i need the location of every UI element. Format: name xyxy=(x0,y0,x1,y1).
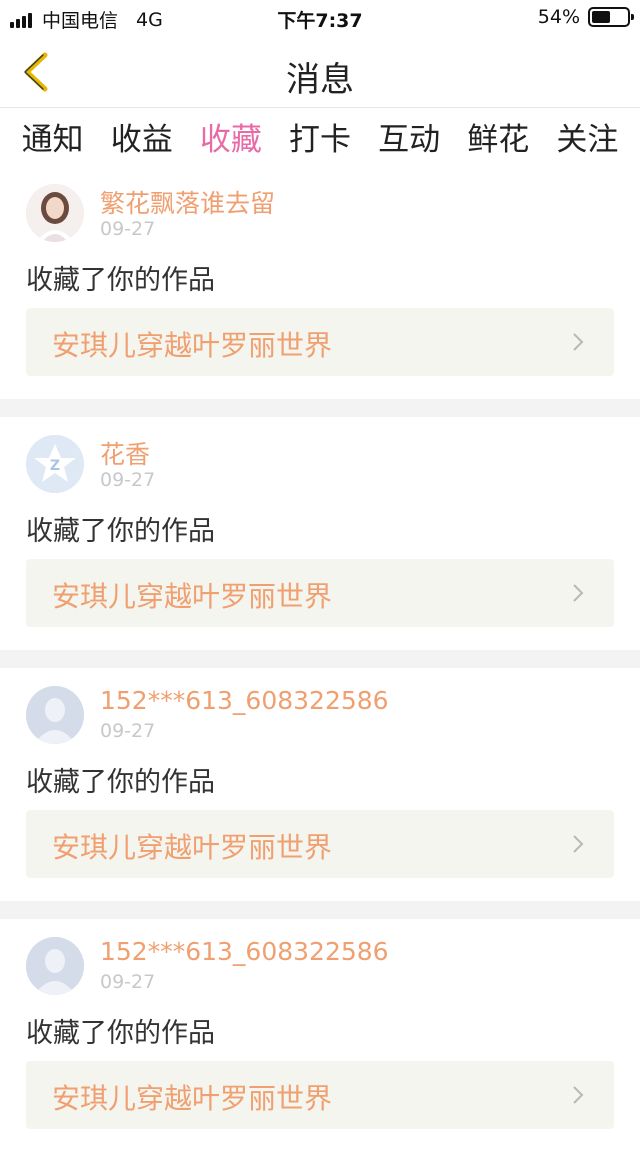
sender-name[interactable]: 152***613_608322586 xyxy=(100,686,389,715)
message-date: 09-27 xyxy=(100,720,156,742)
chevron-right-icon xyxy=(573,333,584,351)
work-link[interactable]: 安琪儿穿越叶罗丽世界 xyxy=(26,559,614,627)
message-action: 收藏了你的作品 xyxy=(26,516,215,547)
nav-bar: 消息 xyxy=(0,36,640,108)
user-silhouette-icon xyxy=(26,686,84,744)
tab-favorites[interactable]: 收藏 xyxy=(200,108,262,159)
svg-text:Z: Z xyxy=(50,458,60,474)
sender-name[interactable]: 繁花飘落谁去留 xyxy=(100,184,275,220)
message-action: 收藏了你的作品 xyxy=(26,1018,215,1049)
battery-percent: 54% xyxy=(537,6,580,28)
photo-avatar[interactable] xyxy=(26,184,84,242)
sender-name[interactable]: 花香 xyxy=(100,435,150,471)
message-item: Z 花香 09-27 收藏了你的作品 安琪儿穿越叶罗丽世界 xyxy=(0,417,640,650)
chevron-right-icon xyxy=(573,584,584,602)
chevron-right-icon xyxy=(573,835,584,853)
work-link[interactable]: 安琪儿穿越叶罗丽世界 xyxy=(26,308,614,376)
battery-icon xyxy=(588,7,634,27)
qq-star-avatar[interactable]: Z xyxy=(26,435,84,493)
tab-following[interactable]: 关注 xyxy=(556,108,618,159)
photo-avatar-image xyxy=(26,184,84,242)
work-title: 安琪儿穿越叶罗丽世界 xyxy=(52,580,333,613)
message-date: 09-27 xyxy=(100,218,156,240)
message-date: 09-27 xyxy=(100,469,156,491)
message-date: 09-27 xyxy=(100,971,156,993)
message-item: 152***613_608322586 09-27 收藏了你的作品 安琪儿穿越叶… xyxy=(0,668,640,901)
message-item: 152***613_608322586 09-27 收藏了你的作品 安琪儿穿越叶… xyxy=(0,919,640,1152)
qq-star-icon: Z xyxy=(26,435,84,493)
default-user-avatar[interactable] xyxy=(26,937,84,995)
tab-bar: 通知 收益 收藏 打卡 互动 鲜花 关注 xyxy=(0,108,640,166)
tab-flowers[interactable]: 鲜花 xyxy=(467,108,529,159)
tab-notifications[interactable]: 通知 xyxy=(22,108,84,159)
divider xyxy=(0,901,640,919)
work-title: 安琪儿穿越叶罗丽世界 xyxy=(52,1082,333,1115)
chevron-right-icon xyxy=(573,1086,584,1104)
work-link[interactable]: 安琪儿穿越叶罗丽世界 xyxy=(26,1061,614,1129)
message-item: 繁花飘落谁去留 09-27 收藏了你的作品 安琪儿穿越叶罗丽世界 xyxy=(0,166,640,399)
message-list: 繁花飘落谁去留 09-27 收藏了你的作品 安琪儿穿越叶罗丽世界 Z 花香 09… xyxy=(0,166,640,1152)
work-title: 安琪儿穿越叶罗丽世界 xyxy=(52,831,333,864)
message-action: 收藏了你的作品 xyxy=(26,265,215,296)
tab-earnings[interactable]: 收益 xyxy=(111,108,173,159)
tab-checkin[interactable]: 打卡 xyxy=(289,108,351,159)
page-title: 消息 xyxy=(286,60,354,100)
status-right: 54% xyxy=(537,6,634,28)
divider xyxy=(0,399,640,417)
default-user-avatar[interactable] xyxy=(26,686,84,744)
work-title: 安琪儿穿越叶罗丽世界 xyxy=(52,329,333,362)
sender-name[interactable]: 152***613_608322586 xyxy=(100,937,389,966)
status-bar: 中国电信 4G 下午7:37 54% xyxy=(0,0,640,36)
divider xyxy=(0,650,640,668)
user-silhouette-icon xyxy=(26,937,84,995)
message-action: 收藏了你的作品 xyxy=(26,767,215,798)
tab-interaction[interactable]: 互动 xyxy=(378,108,440,159)
work-link[interactable]: 安琪儿穿越叶罗丽世界 xyxy=(26,810,614,878)
